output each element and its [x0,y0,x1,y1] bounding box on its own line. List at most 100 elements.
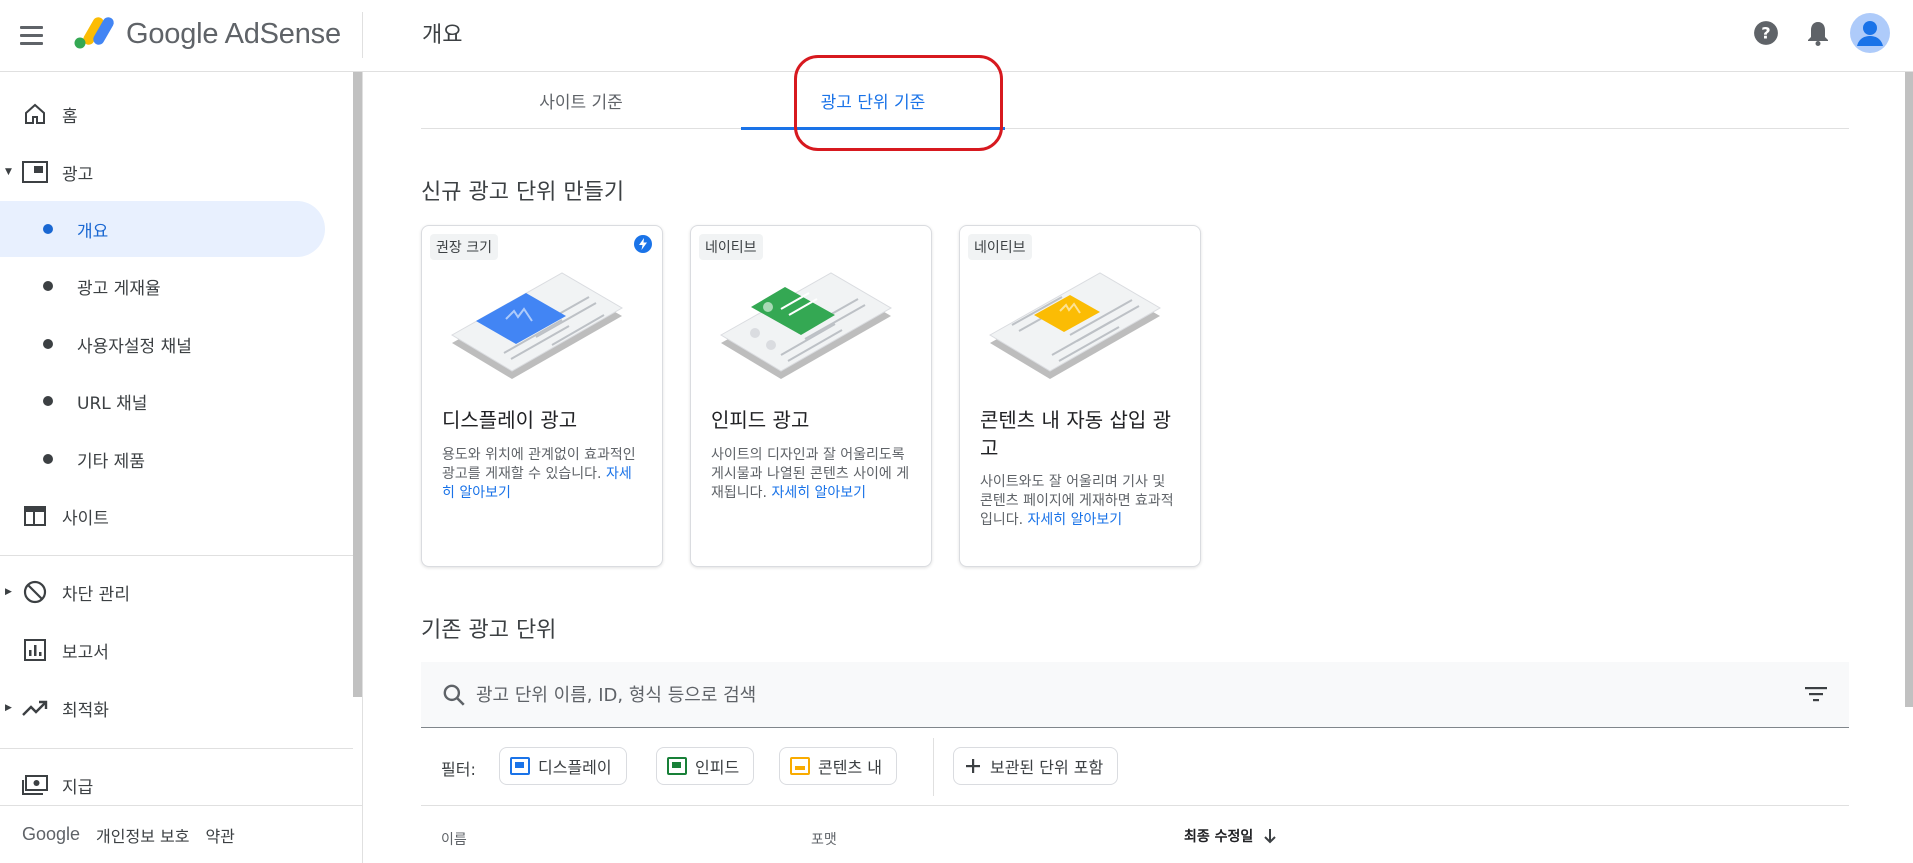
side-navigation: 홈 ▼ 광고 개요 광고 게재율 사용자설정 채널 URL 채널 기타 제품 사… [0,72,363,863]
nav-subitem-custom-channels[interactable]: 사용자설정 채널 [0,316,325,372]
chip-label: 디스플레이 [538,758,612,777]
menu-icon-line [20,41,43,45]
nav-subitem-label: 기타 제품 [77,451,145,472]
nav-item-optimization[interactable]: ▶ 최적화 [0,680,325,736]
card-description: 용도와 위치에 관계없이 효과적인 광고를 게재할 수 있습니다. 자세히 알아… [442,446,642,503]
filter-chip-infeed[interactable]: 인피드 [656,747,755,785]
arrow-down-icon [1264,829,1276,844]
nav-item-label: 광고 [62,164,94,185]
footer-google-link[interactable]: Google [22,824,80,845]
nav-item-label: 지급 [62,777,94,798]
ad-units-table-header: 이름 포맷 최종 수정일 [421,806,1849,863]
search-icon [443,684,465,706]
sidebar-divider [0,555,353,556]
column-header-last-modified[interactable]: 최종 수정일 [1184,826,1277,846]
caret-right-icon: ▶ [5,587,12,597]
in-article-ad-type-icon [790,757,810,775]
main-scrollbar[interactable] [1905,72,1913,707]
nav-item-ads[interactable]: ▼ 광고 [0,144,325,200]
card-title: 디스플레이 광고 [442,408,578,432]
column-header-name[interactable]: 이름 [441,829,467,849]
card-title: 인피드 광고 [711,408,810,432]
column-header-format[interactable]: 포맷 [811,829,837,849]
nav-item-blocking-controls[interactable]: ▶ 차단 관리 [0,564,325,620]
bullet-icon [43,224,53,234]
home-icon [22,101,48,127]
learn-more-link[interactable]: 자세히 알아보기 [1028,512,1123,528]
ads-icon [22,159,48,185]
filter-chip-row: 필터: 디스플레이 인피드 콘텐츠 내 보관된 단위 포함 [421,728,1849,806]
card-title: 콘텐츠 내 자동 삽입 광고 [980,408,1172,460]
svg-text:?: ? [1761,23,1770,42]
bullet-icon [43,281,53,291]
footer-privacy-link[interactable]: 개인정보 보호 [96,823,189,847]
lightning-bolt-icon [634,235,652,253]
chip-label: 보관된 단위 포함 [990,758,1104,777]
help-icon[interactable]: ? [1750,17,1782,49]
reports-icon [22,637,48,663]
caret-right-icon: ▶ [5,703,12,713]
nav-subitem-label: 개요 [77,221,109,242]
sidebar-divider [0,748,353,749]
block-icon [22,579,48,605]
display-ad-type-icon [510,757,530,775]
view-tabs: 사이트 기준 광고 단위 기준 [421,55,1849,151]
trending-up-icon [22,695,48,721]
chip-label: 콘텐츠 내 [818,758,882,777]
sidebar-footer: Google 개인정보 보호 약관 [0,805,362,863]
bullet-icon [43,454,53,464]
page-title: 개요 [422,23,463,48]
nav-subitem-other-products[interactable]: 기타 제품 [0,431,325,487]
tab-by-site[interactable]: 사이트 기준 [421,72,741,129]
card-badge: 권장 크기 [430,234,498,260]
card-description: 사이트와도 잘 어울리며 기사 및 콘텐츠 페이지에 게재하면 효과적입니다. … [980,473,1180,530]
nav-subitem-overview[interactable]: 개요 [0,201,325,257]
filter-chip-in-article[interactable]: 콘텐츠 내 [779,747,897,785]
nav-subitem-url-channels[interactable]: URL 채널 [0,373,325,429]
filter-divider [933,738,934,796]
brand-name[interactable]: Google AdSense [126,18,341,51]
card-badge: 네이티브 [699,234,763,260]
nav-item-label: 차단 관리 [62,584,130,605]
column-header-label: 최종 수정일 [1184,829,1254,845]
footer-terms-link[interactable]: 약관 [205,823,234,847]
display-ad-illustration-icon [451,272,623,379]
nav-item-label: 홈 [62,106,78,127]
infeed-ads-card[interactable]: 네이티브 인피드 광고 사이트의 디자인과 잘 어울리도록 게시물과 나열된 콘… [690,225,932,567]
tab-by-ad-unit[interactable]: 광고 단위 기준 [741,72,1005,130]
nav-item-reports[interactable]: 보고서 [0,622,325,678]
in-article-ad-illustration-icon [989,272,1161,379]
nav-item-label: 보고서 [62,642,109,663]
nav-subitem-label: 사용자설정 채널 [77,336,192,357]
add-icon [966,759,980,773]
nav-item-sites[interactable]: 사이트 [0,488,325,544]
header-divider [362,12,363,58]
sidebar-scrollbar[interactable] [353,72,362,697]
top-app-bar: Google AdSense 개요 ? [0,0,1913,72]
display-ads-card[interactable]: 권장 크기 디스플레이 광고 용도와 위치에 관계없이 효과적인 광고를 게재할… [421,225,663,567]
nav-subitem-label: URL 채널 [77,393,148,414]
main-content: 사이트 기준 광고 단위 기준 신규 광고 단위 만들기 권장 크기 디스플레이… [363,55,1913,863]
menu-icon-line [20,25,43,29]
sites-icon [22,503,48,529]
filter-list-icon[interactable] [1805,684,1827,704]
account-avatar-icon[interactable] [1850,13,1890,53]
chip-label: 인피드 [695,758,740,777]
infeed-ad-illustration-icon [720,272,892,379]
nav-subitem-ad-balance[interactable]: 광고 게재율 [0,258,325,314]
notifications-bell-icon[interactable] [1802,17,1834,49]
main-menu-button[interactable] [20,20,50,50]
in-article-ads-card[interactable]: 네이티브 콘텐츠 내 자동 삽입 광고 사이트와도 잘 어울리며 기사 및 콘텐… [959,225,1201,567]
card-badge: 네이티브 [968,234,1032,260]
filter-label: 필터: [441,760,476,779]
learn-more-link[interactable]: 자세히 알아보기 [771,485,866,501]
filter-chip-include-archived[interactable]: 보관된 단위 포함 [953,747,1119,785]
ad-unit-search-input[interactable] [476,676,1726,714]
adsense-logo-icon [74,17,114,49]
card-description: 사이트의 디자인과 잘 어울리도록 게시물과 나열된 콘텐츠 사이에 게재됩니다… [711,446,911,503]
bullet-icon [43,339,53,349]
nav-subitem-label: 광고 게재율 [77,278,161,299]
filter-chip-display[interactable]: 디스플레이 [499,747,627,785]
ad-unit-search-bar [421,662,1849,728]
nav-item-home[interactable]: 홈 [0,86,325,142]
